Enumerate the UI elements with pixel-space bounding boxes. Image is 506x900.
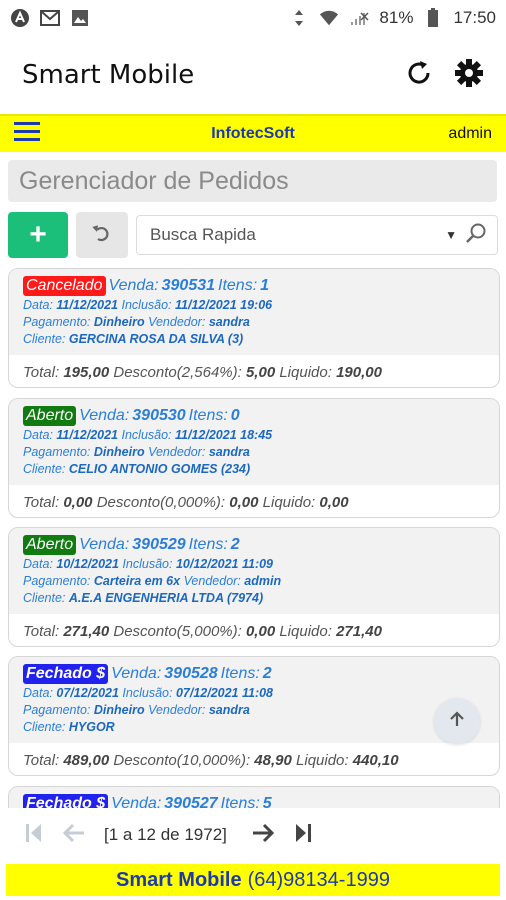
next-page-button[interactable] [243,815,283,855]
app-bar: Smart Mobile [0,36,506,114]
arrow-left-icon [62,822,86,849]
footer-banner: Smart Mobile (64)98134-1999 [6,864,500,896]
status-badge: Cancelado [23,276,106,296]
order-totals: Total: 0,00 Desconto (0,000%): 0,00 Liqui… [23,493,349,511]
arrow-up-icon [448,710,466,733]
status-badge: Fechado $ [23,664,109,684]
order-client: Cliente: CELIO ANTONIO GOMES (234) [23,462,251,476]
itens-count: 1 [260,277,270,294]
scroll-top-button[interactable] [434,698,480,744]
last-page-button[interactable] [283,815,323,855]
user-name[interactable]: admin [448,125,492,143]
last-page-icon [293,822,313,849]
gear-icon[interactable] [454,58,484,93]
order-client: Cliente: GERCINA ROSA DA SILVA (3) [23,332,244,346]
order-payment: Pagamento: Dinheiro Vendedor: sandra [23,703,250,717]
first-page-button[interactable] [14,815,54,855]
toolbar: + Busca Rapida ▼ [8,211,498,259]
wifi-icon [319,8,339,28]
itens-label: Itens: [188,536,228,553]
status-badge: Aberto [23,406,77,426]
search-icon[interactable] [465,222,487,249]
first-page-icon [24,822,44,849]
order-payment: Pagamento: Dinheiro Vendedor: sandra [23,445,250,459]
venda-number: 390531 [161,277,216,294]
order-card[interactable]: Cancelado Venda: 390531 Itens: 1 Data: 1… [8,268,500,388]
page-info: [1 a 12 de 1972] [104,825,227,844]
itens-label: Itens: [220,795,260,808]
signal-icon [349,8,369,28]
footer-brand: Smart Mobile [116,868,242,891]
search-input[interactable]: Busca Rapida ▼ [136,215,498,255]
order-client: Cliente: A.E.A ENGENHERIA LTDA (7974) [23,591,264,605]
itens-count: 2 [230,536,240,553]
order-card[interactable]: Fechado $ Venda: 390527 Itens: 5 [8,786,500,808]
order-card[interactable]: Aberto Venda: 390530 Itens: 0 Data: 11/1… [8,398,500,518]
add-order-button[interactable]: + [8,212,68,258]
order-dates: Data: 11/12/2021 Inclusão: 11/12/2021 18… [23,428,273,442]
app-notification-icon [10,8,30,28]
order-totals: Total: 195,00 Desconto (2,564%): 5,00 Liq… [23,363,382,381]
order-list[interactable]: Cancelado Venda: 390531 Itens: 1 Data: 1… [8,268,500,808]
order-client: Cliente: HYGOR [23,720,115,734]
venda-number: 390530 [132,407,186,424]
itens-count: 5 [262,795,272,808]
hamburger-menu-icon[interactable] [14,120,40,149]
order-dates: Data: 07/12/2021 Inclusão: 07/12/2021 11… [23,686,274,700]
status-bar: 81% 17:50 [0,0,506,36]
pagination: [1 a 12 de 1972] [0,812,506,858]
search-placeholder: Busca Rapida [150,225,256,244]
venda-label: Venda: [79,536,130,553]
arrow-right-icon [251,822,275,849]
order-card[interactable]: Aberto Venda: 390529 Itens: 2 Data: 10/1… [8,527,500,647]
venda-label: Venda: [111,665,162,682]
order-card[interactable]: Fechado $ Venda: 390528 Itens: 2 Data: 0… [8,656,500,776]
order-payment: Pagamento: Carteira em 6x Vendedor: admi… [23,574,282,588]
gmail-icon [40,8,60,28]
battery-percent: 81% [379,8,414,27]
venda-number: 390527 [164,795,218,808]
dropdown-caret-icon[interactable]: ▼ [445,228,457,242]
header-bar: InfotecSoft admin [0,114,506,152]
order-totals: Total: 271,40 Desconto (5,000%): 0,00 Liq… [23,622,382,640]
venda-number: 390528 [164,665,218,682]
venda-label: Venda: [79,407,130,424]
venda-number: 390529 [132,536,186,553]
itens-label: Itens: [218,277,258,294]
itens-count: 0 [230,407,240,424]
order-payment: Pagamento: Dinheiro Vendedor: sandra [23,315,250,329]
undo-icon [91,222,113,249]
venda-label: Venda: [108,277,159,294]
refresh-icon[interactable] [404,58,434,93]
itens-count: 2 [262,665,272,682]
app-title: Smart Mobile [22,60,195,90]
order-totals: Total: 489,00 Desconto (10,000%): 48,90 L… [23,751,399,769]
status-badge: Aberto [23,535,77,555]
status-badge: Fechado $ [23,794,109,808]
order-dates: Data: 11/12/2021 Inclusão: 11/12/2021 19… [23,298,273,312]
previous-page-button[interactable] [54,815,94,855]
itens-label: Itens: [220,665,260,682]
venda-label: Venda: [111,795,162,808]
clock: 17:50 [453,8,496,27]
order-dates: Data: 10/12/2021 Inclusão: 10/12/2021 11… [23,557,274,571]
page-title: Gerenciador de Pedidos [8,160,497,202]
footer-phone: (64)98134-1999 [247,868,390,891]
company-name: InfotecSoft [211,125,295,142]
battery-icon [423,8,443,28]
itens-label: Itens: [188,407,228,424]
data-arrows-icon [289,8,309,28]
image-icon [70,8,90,28]
undo-button[interactable] [76,212,128,258]
